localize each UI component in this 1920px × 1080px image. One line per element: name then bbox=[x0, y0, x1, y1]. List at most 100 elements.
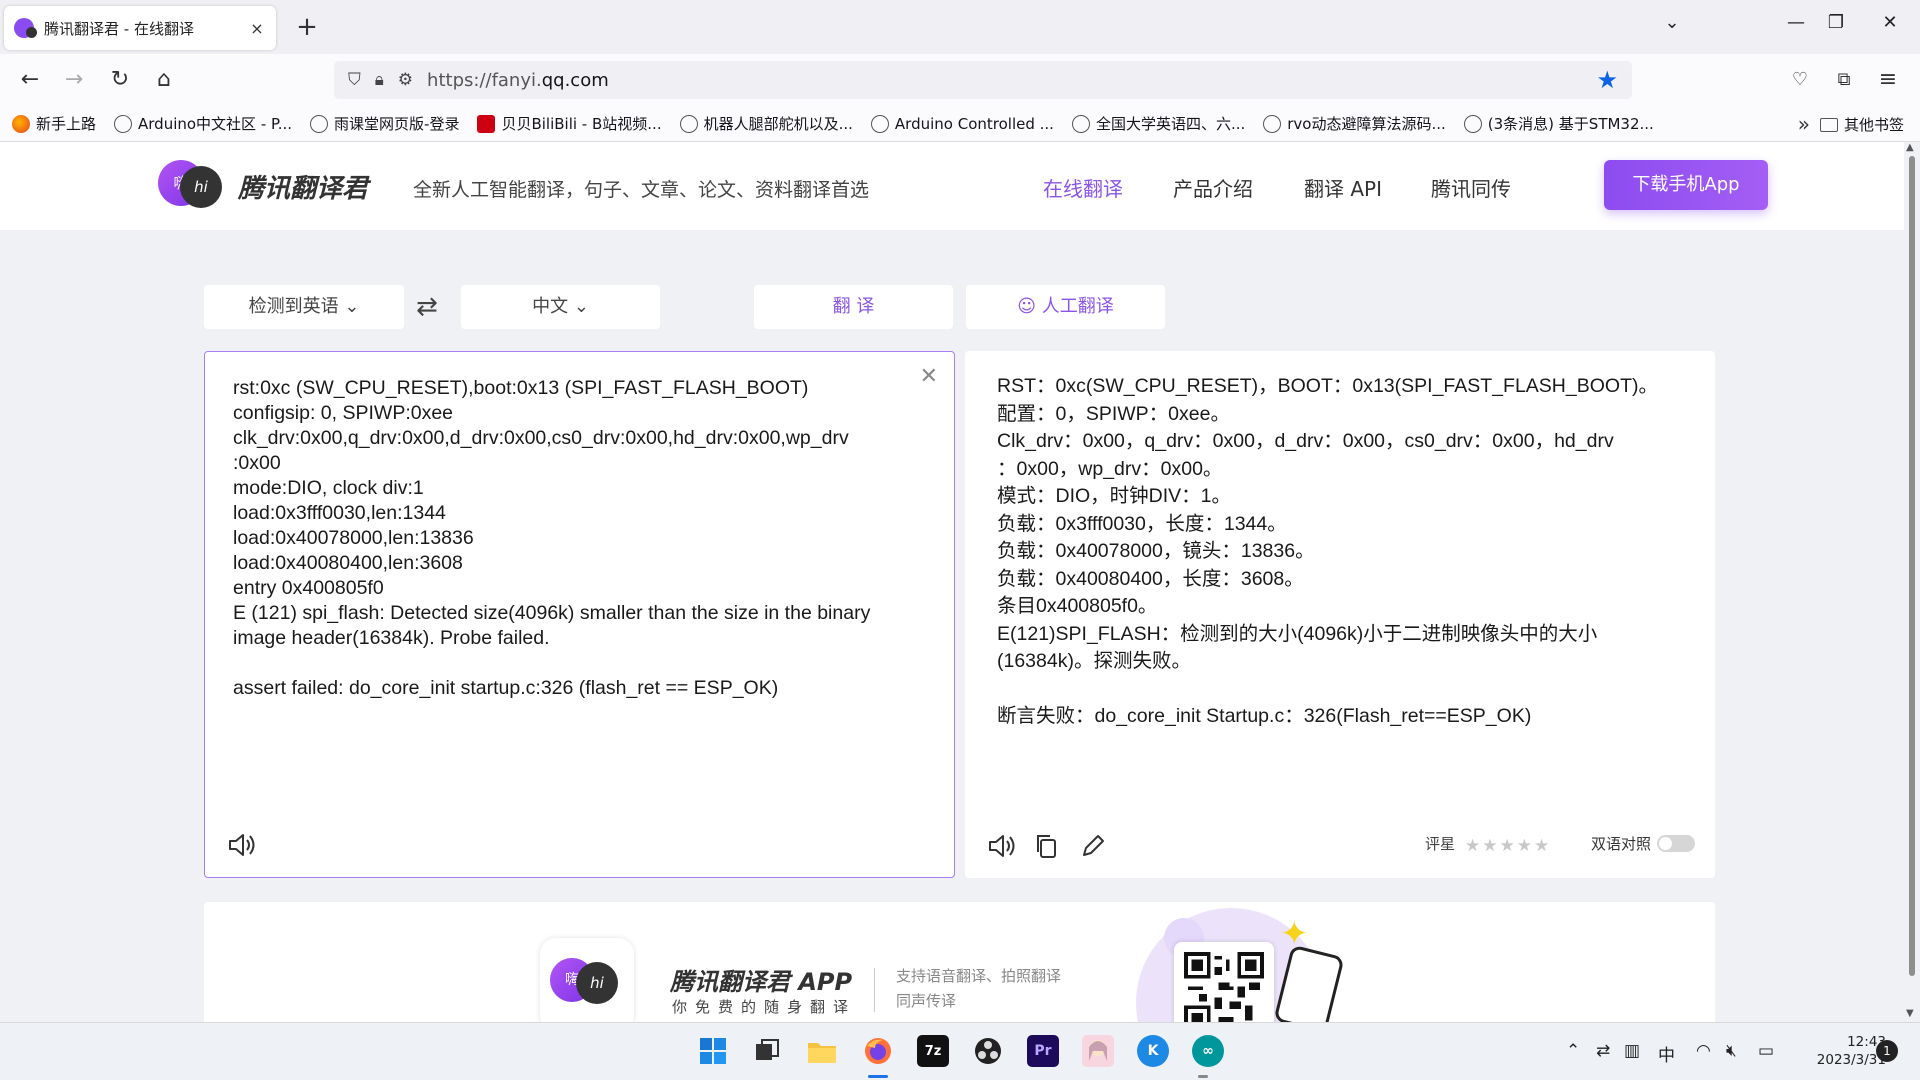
menu-icon[interactable]: ≡ bbox=[1872, 64, 1904, 96]
site-header: 嗨 hi 腾讯翻译君 全新人工智能翻译，句子、文章、论文、资料翻译首选 在线翻译… bbox=[0, 142, 1904, 230]
start-icon[interactable] bbox=[697, 1035, 729, 1067]
url-text[interactable]: https://fanyi.qq.com bbox=[427, 70, 1596, 91]
system-clock[interactable]: 12:43 2023/3/31 bbox=[1796, 1033, 1886, 1069]
permissions-icon[interactable]: ⚙ bbox=[398, 70, 413, 90]
download-app-button[interactable]: 下载手机App bbox=[1604, 160, 1768, 210]
bookmark-item[interactable]: (3条消息) 基于STM32... bbox=[1463, 113, 1654, 134]
volume-muted-icon[interactable]: 🔇︎ bbox=[1726, 1041, 1737, 1061]
bookmark-item[interactable]: 机器人腿部舵机以及... bbox=[679, 113, 853, 134]
globe-icon bbox=[310, 114, 329, 133]
target-language-select[interactable]: 中文 ⌄ bbox=[461, 285, 660, 329]
firefox-icon bbox=[12, 114, 30, 133]
copy-icon[interactable] bbox=[1033, 832, 1061, 860]
bookmark-item[interactable]: 新手上路 bbox=[12, 113, 96, 134]
pocket-icon[interactable]: ♡ bbox=[1784, 64, 1816, 96]
nav-online-translate[interactable]: 在线翻译 bbox=[1043, 173, 1123, 202]
bookmark-item[interactable]: 贝贝BiliBili - B站视频... bbox=[477, 113, 662, 134]
reload-icon[interactable]: ↻ bbox=[104, 64, 136, 96]
more-bookmarks-icon[interactable]: » bbox=[1798, 112, 1810, 136]
globe-icon bbox=[870, 114, 889, 133]
app-promo-banner: 嗨 hi 腾讯翻译君 APP 你免费的随身翻译 支持语音翻译、拍照翻译 同声传译… bbox=[204, 902, 1715, 1022]
close-window-icon[interactable]: ✕ bbox=[1870, 12, 1910, 33]
human-translate-button[interactable]: ☺ 人工翻译 bbox=[966, 285, 1165, 329]
firefox-icon[interactable] bbox=[862, 1035, 894, 1067]
brand-name: 腾讯翻译君 bbox=[238, 174, 369, 204]
bookmark-item[interactable]: Arduino中文社区 - P... bbox=[114, 113, 292, 134]
show-hidden-icons-icon[interactable]: ⌃ bbox=[1566, 1041, 1580, 1061]
bilingual-toggle[interactable] bbox=[1657, 835, 1695, 852]
bookmark-item[interactable]: Arduino Controlled ... bbox=[870, 114, 1054, 133]
arduino-icon[interactable]: ∞ bbox=[1192, 1035, 1224, 1067]
ime-indicator[interactable]: 中 bbox=[1658, 1041, 1675, 1066]
lock-icon[interactable]: 🔒︎ bbox=[375, 70, 384, 90]
extensions-icon[interactable]: ⧉ bbox=[1828, 64, 1860, 96]
restore-icon[interactable]: ❐ bbox=[1816, 12, 1856, 33]
scroll-down-icon[interactable]: ▼ bbox=[1906, 1008, 1914, 1019]
taskview-icon[interactable] bbox=[751, 1035, 783, 1067]
stats-icon[interactable]: ▥ bbox=[1624, 1041, 1640, 1061]
site-logo[interactable]: 嗨 hi bbox=[158, 160, 222, 212]
globe-icon bbox=[679, 114, 698, 133]
source-textarea[interactable]: rst:0xc (SW_CPU_RESET),boot:0x13 (SPI_FA… bbox=[233, 376, 903, 701]
swap-languages-icon[interactable]: ⇄ bbox=[416, 292, 438, 322]
translate-button[interactable]: 翻 译 bbox=[754, 285, 953, 329]
page-scrollbar[interactable]: ▲ ▼ bbox=[1904, 142, 1920, 1022]
address-bar[interactable]: ⛉ 🔒︎ ⚙ https://fanyi.qq.com ★ bbox=[334, 61, 1632, 99]
source-language-select[interactable]: 检测到英语 ⌄ bbox=[204, 285, 404, 329]
promo-description: 支持语音翻译、拍照翻译 同声传译 bbox=[896, 967, 1062, 1010]
back-icon[interactable]: ← bbox=[14, 64, 46, 96]
scrollbar-thumb[interactable] bbox=[1909, 156, 1915, 976]
kugou-icon[interactable]: K bbox=[1137, 1035, 1169, 1067]
folder-icon bbox=[1819, 117, 1838, 132]
list-tabs-icon[interactable]: ⌄ bbox=[1652, 12, 1692, 33]
target-text-panel: RST：0xc(SW_CPU_RESET)，BOOT：0x13(SPI_FAST… bbox=[965, 351, 1715, 878]
close-tab-icon[interactable]: × bbox=[248, 19, 266, 38]
other-bookmarks[interactable]: 其他书签 bbox=[1819, 114, 1904, 135]
bilingual-label: 双语对照 bbox=[1591, 835, 1652, 853]
premiere-icon[interactable]: Pr bbox=[1027, 1035, 1059, 1067]
promo-subtitle: 你免费的随身翻译 bbox=[672, 998, 857, 1016]
bookmark-item[interactable]: rvo动态避障算法源码... bbox=[1263, 113, 1446, 134]
shield-icon[interactable]: ⛉ bbox=[348, 70, 361, 90]
minimize-icon[interactable]: — bbox=[1776, 12, 1816, 33]
battery-icon[interactable]: ▭ bbox=[1758, 1041, 1774, 1061]
browser-tab-bar: 腾讯翻译君 - 在线翻译 × + ⌄ — ❐ ✕ bbox=[0, 0, 1920, 54]
qr-code bbox=[1174, 942, 1274, 1022]
globe-icon bbox=[1463, 114, 1482, 133]
home-icon[interactable]: ⌂ bbox=[148, 64, 180, 96]
file-explorer-icon[interactable] bbox=[806, 1035, 838, 1067]
tab-title: 腾讯翻译君 - 在线翻译 bbox=[44, 19, 194, 38]
slogan: 全新人工智能翻译，句子、文章、论文、资料翻译首选 bbox=[413, 179, 870, 201]
rating-stars[interactable]: ★★★★★ bbox=[1465, 836, 1551, 856]
speaker-icon[interactable] bbox=[987, 832, 1017, 860]
source-text-panel[interactable]: rst:0xc (SW_CPU_RESET),boot:0x13 (SPI_FA… bbox=[204, 351, 955, 878]
nav-product-intro[interactable]: 产品介绍 bbox=[1173, 173, 1253, 202]
globe-icon bbox=[114, 114, 133, 133]
speaker-icon[interactable] bbox=[227, 831, 257, 859]
nav-translate-api[interactable]: 翻译 API bbox=[1304, 173, 1382, 202]
globe-icon bbox=[1071, 114, 1090, 133]
active-app-indicator bbox=[868, 1075, 888, 1078]
notification-badge[interactable]: 1 bbox=[1876, 1040, 1898, 1062]
page-content: 嗨 hi 腾讯翻译君 全新人工智能翻译，句子、文章、论文、资料翻译首选 在线翻译… bbox=[0, 142, 1920, 1022]
bookmark-item[interactable]: 全国大学英语四、六... bbox=[1071, 113, 1245, 134]
bilibili-icon bbox=[477, 114, 496, 133]
bookmark-item[interactable]: 雨课堂网页版-登录 bbox=[310, 113, 459, 134]
clear-icon[interactable]: ✕ bbox=[920, 364, 938, 389]
bookmarks-bar: 新手上路 Arduino中文社区 - P... 雨课堂网页版-登录 贝贝Bili… bbox=[0, 106, 1920, 142]
edit-icon[interactable] bbox=[1079, 832, 1107, 860]
wifi-icon[interactable]: ◠ bbox=[1696, 1041, 1711, 1061]
scroll-up-icon[interactable]: ▲ bbox=[1906, 142, 1914, 153]
qr-code-icon bbox=[1184, 952, 1264, 1022]
sync-icon[interactable]: ⇄ bbox=[1596, 1041, 1610, 1061]
new-tab-button[interactable]: + bbox=[292, 12, 322, 42]
obs-icon[interactable] bbox=[972, 1035, 1004, 1067]
7zip-icon[interactable]: 7z bbox=[917, 1035, 949, 1067]
nav-tencent-simultaneous[interactable]: 腾讯同传 bbox=[1431, 173, 1511, 202]
promo-title: 腾讯翻译君 APP bbox=[670, 968, 853, 996]
rating-label: 评星 bbox=[1425, 835, 1456, 853]
browser-tab[interactable]: 腾讯翻译君 - 在线翻译 × bbox=[4, 6, 276, 50]
forward-icon[interactable]: → bbox=[58, 64, 90, 96]
bookmark-star-icon[interactable]: ★ bbox=[1596, 66, 1618, 94]
anime-app-icon[interactable] bbox=[1082, 1035, 1114, 1067]
